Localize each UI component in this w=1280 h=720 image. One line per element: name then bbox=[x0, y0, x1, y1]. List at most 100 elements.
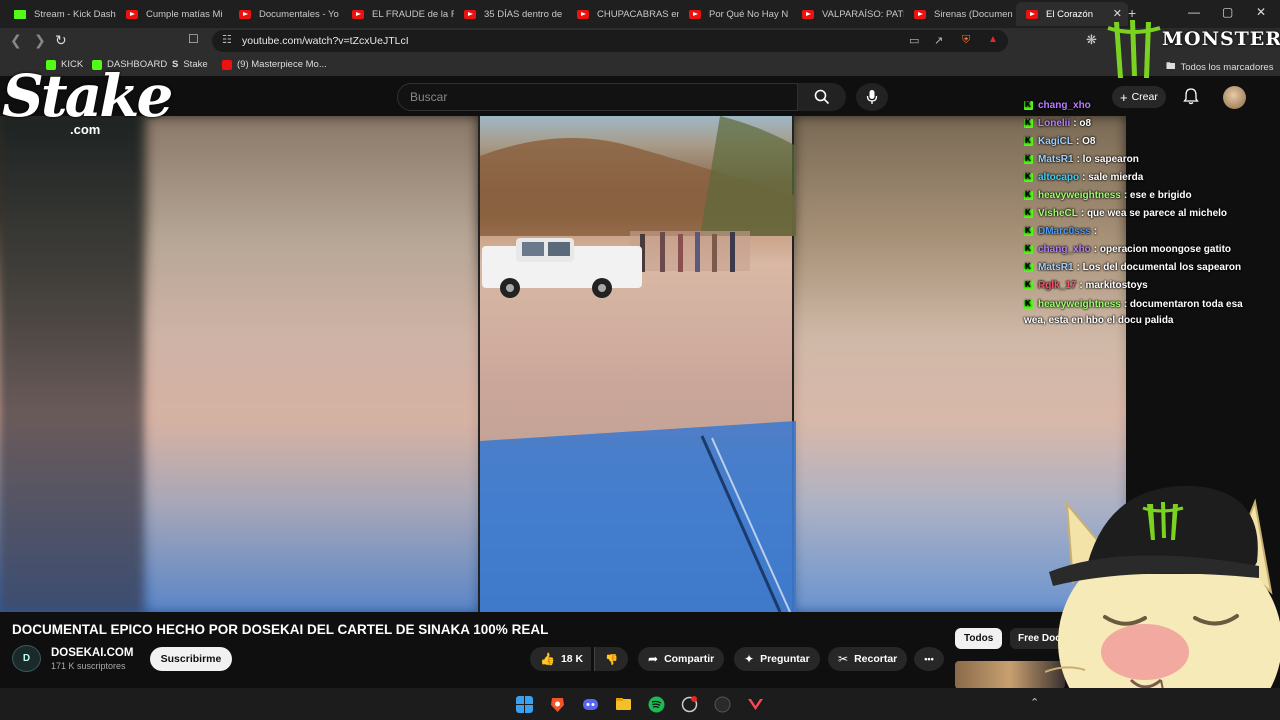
spotify-icon[interactable] bbox=[648, 696, 665, 713]
extensions-icon[interactable]: ❋ bbox=[1086, 32, 1097, 48]
maximize-icon[interactable]: ▢ bbox=[1222, 5, 1233, 19]
video-frame bbox=[478, 116, 796, 612]
cast-icon[interactable]: ▭ bbox=[909, 34, 919, 47]
channel-avatar[interactable]: D bbox=[12, 645, 41, 672]
youtube-icon bbox=[802, 9, 814, 19]
kick-badge-icon bbox=[1024, 226, 1033, 236]
bookmark-stake[interactable]: S Stake bbox=[172, 59, 208, 70]
more-actions-button[interactable]: ••• bbox=[914, 647, 944, 671]
chat-username: heavyweightness bbox=[1038, 299, 1121, 310]
back-icon[interactable]: ❮ bbox=[10, 32, 22, 49]
share-button[interactable]: ➦ Compartir bbox=[638, 647, 725, 671]
chat-text: : que wea se parece al michelo bbox=[1080, 208, 1228, 219]
valorant-icon[interactable] bbox=[747, 696, 764, 713]
search-input[interactable]: Buscar bbox=[397, 83, 798, 111]
file-explorer-icon[interactable] bbox=[615, 696, 632, 713]
like-count: 18 K bbox=[560, 653, 584, 665]
chat-username: MatsR1 bbox=[1038, 154, 1074, 165]
channel-name[interactable]: DOSEKAI.COM bbox=[51, 647, 133, 659]
chat-message: heavyweightness: documentaron toda esa bbox=[1024, 299, 1243, 310]
tray-chevron-icon[interactable]: ⌃ bbox=[1030, 696, 1039, 709]
browser-tab-label: Documentales - Yo bbox=[259, 8, 339, 20]
all-bookmarks[interactable]: 🖿 Todos los marcadores bbox=[1166, 59, 1273, 75]
brave-browser-icon[interactable] bbox=[549, 696, 566, 713]
chat-username: VisheCL bbox=[1038, 208, 1078, 219]
site-info-icon[interactable]: ☷ bbox=[222, 33, 232, 46]
clip-label: Recortar bbox=[854, 653, 898, 665]
kick-badge-icon bbox=[1024, 244, 1033, 254]
address-bar[interactable]: ☷ youtube.com/watch?v=tZcxUeJTLcI ▭ ↗ ⛨ … bbox=[212, 30, 1008, 52]
reload-icon[interactable]: ↻ bbox=[55, 32, 67, 49]
kick-badge-icon bbox=[1024, 118, 1033, 128]
browser-tab-label: Stream - Kick Dash bbox=[34, 8, 116, 20]
chat-text: : Los del documental los sapearon bbox=[1076, 262, 1242, 273]
search-placeholder: Buscar bbox=[410, 90, 448, 104]
clip-button[interactable]: ✂ Recortar bbox=[828, 647, 908, 671]
chat-message: Lonelii: o8 bbox=[1024, 118, 1091, 129]
browser-tab[interactable]: Stream - Kick Dash bbox=[4, 2, 116, 26]
chat-username: altocapo bbox=[1038, 172, 1080, 183]
video-title: DOCUMENTAL EPICO HECHO POR DOSEKAI DEL C… bbox=[12, 622, 549, 637]
browser-tab[interactable]: Cumple matías Mi bbox=[116, 2, 228, 26]
close-window-icon[interactable]: ✕ bbox=[1256, 5, 1266, 19]
chat-text: wea, esta en hbo el docu palida bbox=[1024, 315, 1174, 326]
chat-username: DMarc0sss bbox=[1038, 226, 1091, 237]
chat-text: : o8 bbox=[1073, 118, 1092, 129]
obs-icon[interactable] bbox=[714, 696, 731, 713]
browser-tab[interactable]: Documentales - Yo bbox=[229, 2, 341, 26]
create-label: Crear bbox=[1131, 91, 1158, 103]
share-arrow-icon: ➦ bbox=[648, 652, 659, 666]
kick-badge-icon bbox=[1024, 172, 1033, 182]
browser-tab[interactable]: CHUPACABRAS en bbox=[567, 2, 679, 26]
bookmarks-bar: KICK DASHBOARD S Stake (9) Masterpiece Mo… bbox=[0, 54, 1280, 76]
search-button[interactable] bbox=[798, 83, 846, 111]
stake-domain: .com bbox=[70, 122, 101, 137]
browser-tab[interactable]: Por Qué No Hay N bbox=[679, 2, 791, 26]
search-icon bbox=[814, 89, 830, 105]
minimize-icon[interactable]: — bbox=[1188, 5, 1200, 19]
stake-logo: Stake bbox=[2, 62, 173, 130]
kick-badge-icon bbox=[1024, 136, 1033, 146]
windows-start-icon[interactable] bbox=[516, 696, 533, 713]
chat-message: heavyweightness: ese e brigido bbox=[1024, 190, 1192, 201]
chat-text: : documentaron toda esa bbox=[1123, 299, 1243, 310]
thumbs-down-icon: 👎 bbox=[605, 653, 619, 666]
share-icon[interactable]: ↗ bbox=[934, 34, 943, 47]
voice-search-button[interactable] bbox=[856, 83, 888, 111]
ask-button[interactable]: ✦ Preguntar bbox=[734, 647, 820, 671]
browser-tab[interactable]: Sirenas (Documen bbox=[904, 2, 1016, 26]
chat-text: : ese e brigido bbox=[1123, 190, 1192, 201]
chat-message: wea, esta en hbo el docu palida bbox=[1024, 315, 1173, 326]
bookmark-icon[interactable]: ☐ bbox=[188, 32, 199, 46]
forward-icon[interactable]: ❯ bbox=[34, 32, 46, 49]
youtube-icon bbox=[464, 9, 476, 19]
app-icon[interactable] bbox=[681, 696, 698, 713]
notifications-icon[interactable] bbox=[1183, 87, 1199, 110]
dislike-button[interactable]: 👎 bbox=[594, 647, 629, 671]
like-button[interactable]: 👍 18 K bbox=[530, 647, 592, 671]
chip-all[interactable]: Todos bbox=[955, 628, 1003, 649]
user-avatar[interactable] bbox=[1223, 86, 1246, 109]
microphone-icon bbox=[866, 90, 878, 104]
pickup-truck bbox=[482, 238, 642, 298]
brave-rewards-icon[interactable]: ▲ bbox=[988, 34, 998, 45]
browser-tab-label: EL FRAUDE de la FI bbox=[372, 8, 454, 20]
ask-label: Preguntar bbox=[760, 653, 810, 665]
youtube-icon bbox=[222, 59, 232, 70]
discord-icon[interactable] bbox=[582, 696, 599, 713]
subscribe-button[interactable]: Suscribirme bbox=[150, 647, 232, 671]
kick-badge-icon bbox=[1024, 280, 1033, 290]
video-player[interactable] bbox=[0, 116, 1126, 612]
youtube-icon bbox=[352, 9, 364, 19]
browser-tab[interactable]: EL FRAUDE de la FI bbox=[342, 2, 454, 26]
youtube-icon bbox=[239, 9, 251, 19]
channel-subscribers: 171 K suscriptores bbox=[51, 661, 126, 671]
chat-message: Rglk_17: markitostoys bbox=[1024, 280, 1148, 291]
share-label: Compartir bbox=[664, 653, 715, 665]
browser-tab[interactable]: VALPARAÍSO: PATR bbox=[792, 2, 904, 26]
brave-shield-icon[interactable]: ⛨ bbox=[962, 34, 970, 47]
bookmark-masterpiece[interactable]: (9) Masterpiece Mo... bbox=[222, 59, 327, 70]
chat-text: : operacion moongose gatito bbox=[1093, 244, 1232, 255]
create-button[interactable]: + Crear bbox=[1112, 86, 1166, 108]
browser-tab[interactable]: 35 DÍAS dentro de bbox=[454, 2, 566, 26]
